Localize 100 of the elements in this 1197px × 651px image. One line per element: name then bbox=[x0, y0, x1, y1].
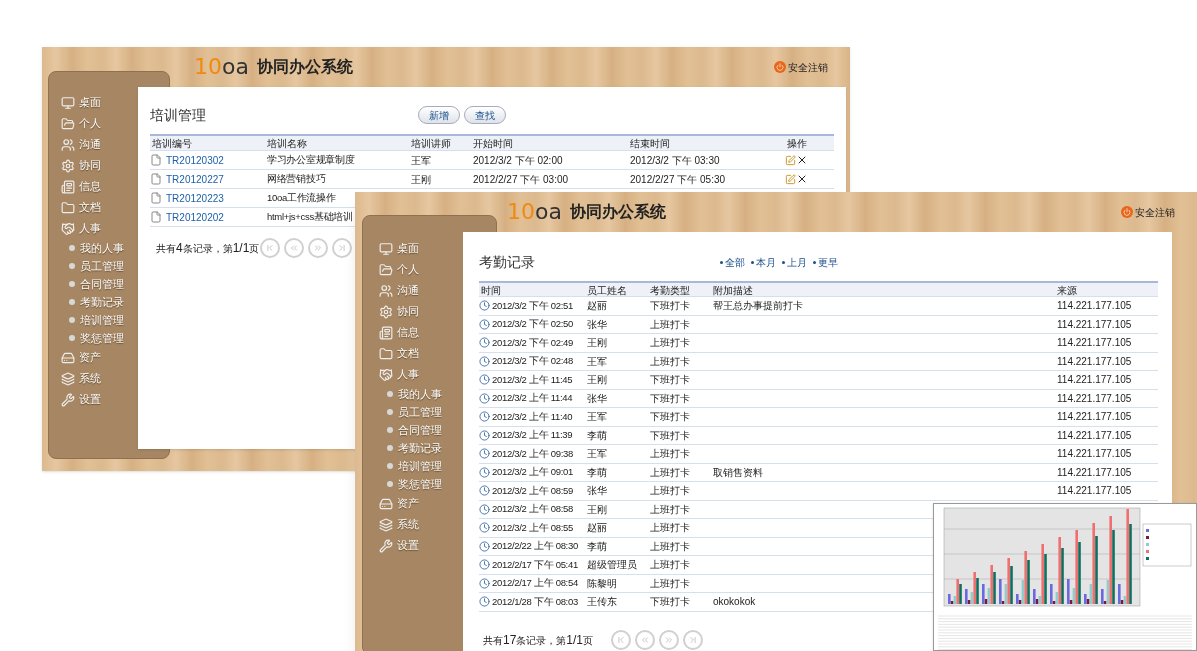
sidebar-subitem[interactable]: 我的人事 bbox=[398, 385, 442, 403]
first-page-icon[interactable] bbox=[611, 629, 631, 650]
sidebar-subitem[interactable]: 奖惩管理 bbox=[80, 329, 124, 347]
training-id-link[interactable]: TR20120202 bbox=[166, 209, 224, 225]
bullet-icon bbox=[387, 391, 393, 397]
table-cell-text: okokokok bbox=[712, 595, 756, 610]
handshake-icon bbox=[379, 367, 393, 382]
next-page-icon[interactable] bbox=[308, 238, 328, 258]
sidebar-item[interactable]: 信息 bbox=[397, 324, 419, 341]
drive-icon bbox=[61, 350, 75, 365]
table-cell-text: 上班打卡 bbox=[649, 354, 691, 369]
logout-button[interactable]: 安全注销 bbox=[774, 59, 828, 75]
column-header: 培训讲师 bbox=[410, 137, 452, 151]
sidebar-item[interactable]: 设置 bbox=[79, 391, 101, 408]
sidebar-item[interactable]: 文档 bbox=[397, 345, 419, 362]
previous-page-icon[interactable] bbox=[284, 238, 304, 258]
clock-icon bbox=[479, 392, 490, 404]
bullet-icon bbox=[387, 427, 393, 433]
sidebar-subitem[interactable]: 员工管理 bbox=[398, 403, 442, 421]
close-icon[interactable] bbox=[796, 173, 808, 185]
record-count: 共有17条记录，第1/1页 bbox=[483, 631, 595, 649]
table-cell-text: 学习办公室规章制度 bbox=[266, 152, 356, 167]
bullet-icon bbox=[387, 481, 393, 487]
column-header: 培训名称 bbox=[266, 137, 308, 151]
close-icon[interactable] bbox=[796, 154, 808, 166]
table-cell: 2012/2/17 上午 08:54 bbox=[492, 576, 578, 591]
action-button[interactable]: 新增 bbox=[418, 106, 460, 124]
document-icon bbox=[150, 173, 162, 185]
sidebar-item[interactable]: 设置 bbox=[397, 537, 419, 554]
bullet-icon bbox=[69, 245, 75, 251]
sidebar-subitem[interactable]: 合同管理 bbox=[80, 275, 124, 293]
sidebar-item[interactable]: 桌面 bbox=[397, 240, 419, 257]
folder-icon bbox=[379, 262, 393, 277]
sidebar-subitem[interactable]: 合同管理 bbox=[398, 421, 442, 439]
sidebar-item[interactable]: 资产 bbox=[397, 495, 419, 512]
column-header: 时间 bbox=[480, 284, 502, 298]
filter-link[interactable]: 本月 bbox=[756, 254, 776, 270]
sidebar-item[interactable]: 沟通 bbox=[397, 282, 419, 299]
table-cell: 2012/2/17 下午 05:41 bbox=[492, 557, 578, 572]
table-cell: 2012/3/2 上午 09:01 bbox=[492, 465, 573, 480]
next-page-icon[interactable] bbox=[659, 629, 679, 650]
sidebar-subitem[interactable]: 奖惩管理 bbox=[398, 475, 442, 493]
sidebar-item[interactable]: 资产 bbox=[79, 349, 101, 366]
sidebar-item[interactable]: 个人 bbox=[397, 261, 419, 278]
filter-link[interactable]: 全部 bbox=[725, 254, 745, 270]
table-cell-text: 王军 bbox=[586, 447, 608, 462]
table-cell: 2012/3/2 上午 11:45 bbox=[492, 372, 573, 387]
training-id-link[interactable]: TR20120227 bbox=[166, 171, 224, 187]
sidebar-item[interactable]: 信息 bbox=[79, 178, 101, 195]
table-cell: 2012/3/2 上午 11:44 bbox=[492, 391, 573, 406]
sidebar-item[interactable]: 人事 bbox=[397, 366, 419, 383]
logo: 10oa bbox=[507, 201, 562, 223]
previous-page-icon[interactable] bbox=[635, 629, 655, 650]
page-title: 培训管理 bbox=[150, 105, 207, 125]
handshake-icon bbox=[61, 221, 75, 236]
sidebar-subitem[interactable]: 我的人事 bbox=[80, 239, 124, 257]
table-cell-text: html+js+css基础培训 bbox=[266, 209, 354, 224]
sidebar-subitem[interactable]: 考勤记录 bbox=[80, 293, 124, 311]
sidebar-item[interactable]: 沟通 bbox=[79, 136, 101, 153]
table-cell-text: 超级管理员 bbox=[586, 558, 638, 573]
sidebar-subitem[interactable]: 员工管理 bbox=[80, 257, 124, 275]
table-cell-text: 114.221.177.105 bbox=[1056, 317, 1132, 332]
column-header: 员工姓名 bbox=[586, 284, 628, 298]
table-cell-text: 114.221.177.105 bbox=[1056, 484, 1132, 499]
table-cell-text: 114.221.177.105 bbox=[1056, 336, 1132, 351]
column-header: 考勤类型 bbox=[649, 284, 691, 298]
training-id-link[interactable]: TR20120223 bbox=[166, 190, 224, 206]
table-cell-text: 王刚 bbox=[586, 502, 608, 517]
folder-icon bbox=[61, 116, 75, 131]
sidebar-item[interactable]: 协同 bbox=[397, 303, 419, 320]
sidebar-item[interactable]: 人事 bbox=[79, 220, 101, 237]
filter-link[interactable]: 上月 bbox=[787, 254, 807, 270]
table-cell-text: 2012/2/27 下午 05:30 bbox=[629, 172, 727, 187]
sidebar-item[interactable]: 协同 bbox=[79, 157, 101, 174]
sidebar-item[interactable]: 个人 bbox=[79, 115, 101, 132]
bullet-icon bbox=[813, 260, 816, 264]
sidebar-item[interactable]: 系统 bbox=[79, 370, 101, 387]
action-button[interactable]: 查找 bbox=[464, 106, 506, 124]
document-icon bbox=[150, 154, 162, 166]
record-count: 共有4条记录，第1/1页 bbox=[156, 240, 260, 257]
last-page-icon[interactable] bbox=[332, 238, 352, 258]
sidebar-item[interactable]: 系统 bbox=[397, 516, 419, 533]
sidebar-subitem[interactable]: 培训管理 bbox=[398, 457, 442, 475]
logout-button[interactable]: 安全注销 bbox=[1121, 204, 1175, 220]
table-cell: 2012/3/2 下午 02:48 bbox=[492, 354, 573, 369]
clock-icon bbox=[479, 577, 490, 589]
first-page-icon[interactable] bbox=[260, 238, 280, 258]
training-id-link[interactable]: TR20120302 bbox=[166, 152, 224, 168]
last-page-icon[interactable] bbox=[683, 629, 703, 650]
table-cell: 2012/3/2 上午 08:59 bbox=[492, 483, 573, 498]
bullet-icon bbox=[69, 263, 75, 269]
sidebar-subitem[interactable]: 考勤记录 bbox=[398, 439, 442, 457]
table-cell-text: 李萌 bbox=[586, 465, 608, 480]
sidebar-item[interactable]: 文档 bbox=[79, 199, 101, 216]
bullet-icon bbox=[751, 260, 754, 264]
column-header: 培训编号 bbox=[151, 137, 193, 151]
sidebar-item[interactable]: 桌面 bbox=[79, 94, 101, 111]
filter-link[interactable]: 更早 bbox=[818, 254, 838, 270]
sidebar-subitem[interactable]: 培训管理 bbox=[80, 311, 124, 329]
table-cell-text: 114.221.177.105 bbox=[1056, 354, 1132, 369]
